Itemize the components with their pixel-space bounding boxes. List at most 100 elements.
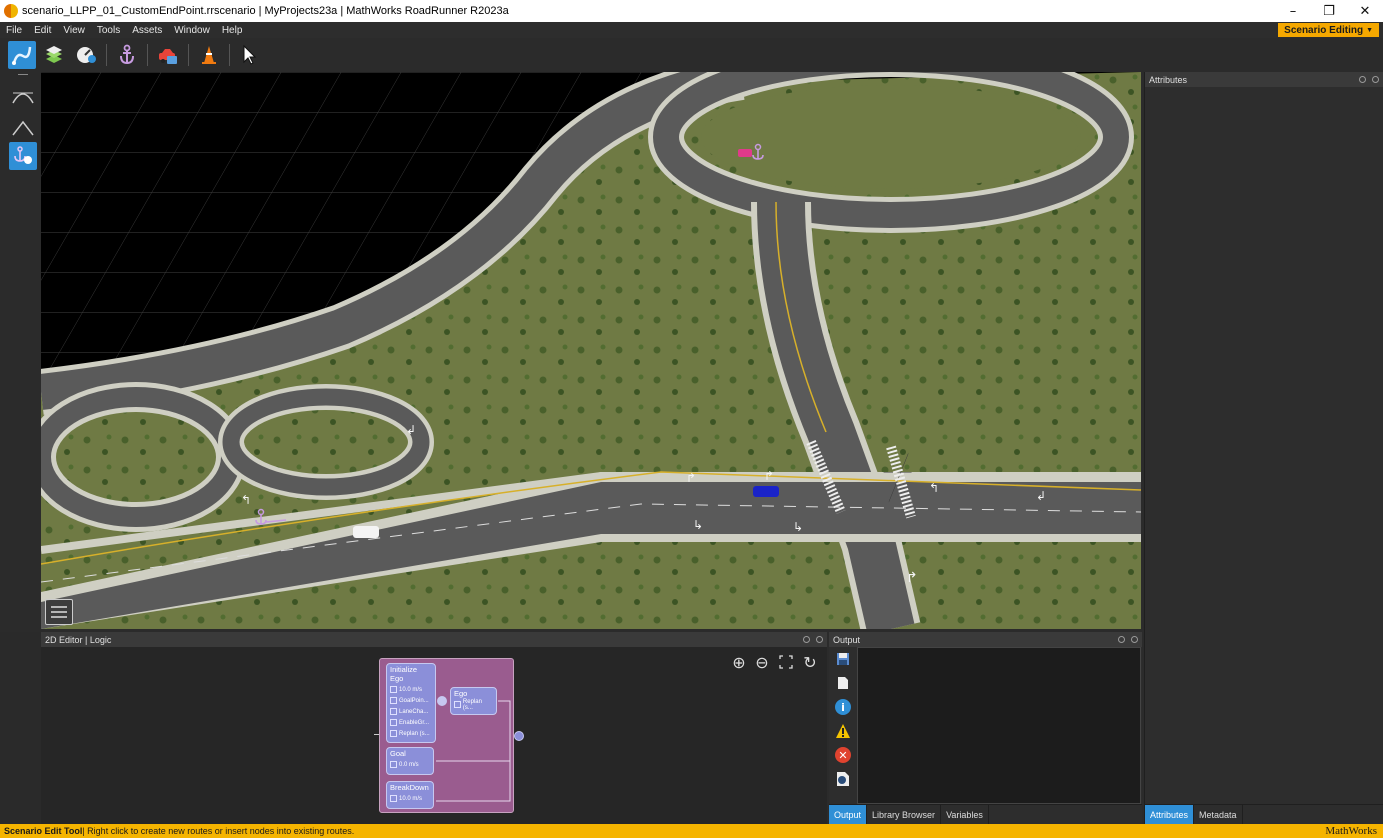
goal-node[interactable]: Goal 0.0 m/s	[386, 747, 434, 775]
float-icon[interactable]	[1118, 636, 1125, 643]
anchor-icon	[120, 44, 134, 65]
close-icon[interactable]	[1372, 76, 1379, 83]
cone-tool-button[interactable]	[195, 41, 223, 69]
output-tabs: Output Library Browser Variables	[829, 804, 1142, 825]
menu-tools[interactable]: Tools	[91, 25, 126, 36]
fit-view-icon[interactable]	[777, 653, 795, 671]
restore-button[interactable]: ❐	[1311, 0, 1347, 22]
menu-help[interactable]: Help	[216, 25, 249, 36]
anchor-point-button[interactable]	[9, 142, 37, 170]
action-icon	[390, 708, 397, 715]
initialize-ego-node[interactable]: Initialize Ego 10.0 m/s GoalPoin... Lane…	[386, 663, 436, 743]
action-icon	[454, 701, 461, 708]
svg-text:↳: ↳	[693, 518, 703, 532]
tab-output[interactable]: Output	[829, 805, 868, 825]
mode-dropdown[interactable]: Scenario Editing ▼	[1278, 23, 1379, 37]
link-handle[interactable]	[437, 696, 447, 706]
toolbar-separator	[147, 44, 148, 66]
info-filter-icon[interactable]: i	[835, 699, 851, 715]
tab-library-browser[interactable]: Library Browser	[867, 805, 942, 825]
node-row: 0.0 m/s	[387, 759, 433, 770]
scene-viewport[interactable]: ↱ ↱ ↳ ↳ ↰ ↰ ↲ ↱ ↲	[41, 72, 1141, 629]
tab-metadata[interactable]: Metadata	[1194, 805, 1243, 825]
node-row: Replan (s...	[451, 699, 496, 711]
anchor-tool-button[interactable]	[113, 41, 141, 69]
save-log-icon[interactable]	[835, 651, 851, 667]
attributes-panel: Attributes Attributes Metadata	[1144, 72, 1383, 825]
output-title: Output	[833, 634, 861, 645]
pink-vehicle[interactable]	[738, 149, 752, 157]
minimize-button[interactable]: –	[1275, 0, 1311, 22]
close-button[interactable]: ✕	[1347, 0, 1383, 22]
caret-down-icon: ▼	[1366, 26, 1373, 34]
status-message: | Right click to create new routes or in…	[82, 826, 355, 836]
zoom-out-icon[interactable]: ⊖	[753, 653, 771, 672]
curve-route-button[interactable]	[9, 82, 37, 110]
svg-text:↰: ↰	[241, 493, 251, 507]
panel-controls	[1118, 632, 1138, 647]
attributes-header: Attributes	[1145, 72, 1383, 87]
menu-file[interactable]: File	[0, 25, 28, 36]
node-row: 10.0 m/s	[387, 684, 435, 695]
clear-log-icon[interactable]	[835, 675, 851, 691]
speed-tool-button[interactable]	[72, 41, 100, 69]
roundabout-island	[701, 85, 1081, 189]
error-filter-icon[interactable]: ✕	[835, 747, 851, 763]
view-list-icon	[51, 606, 67, 618]
path-tool-button[interactable]	[8, 41, 36, 69]
editor2d-title: 2D Editor | Logic	[45, 634, 112, 645]
angle-icon	[12, 120, 34, 136]
node-row: Replan (s...	[387, 728, 435, 739]
speed-icon	[390, 761, 397, 768]
window-controls: – ❐ ✕	[1275, 0, 1383, 22]
vehicle-tool-button[interactable]	[154, 41, 182, 69]
breakdown-node[interactable]: BreakDown 10.0 m/s	[386, 781, 434, 809]
status-tool: Scenario Edit Tool	[4, 826, 83, 836]
svg-text:↱: ↱	[906, 570, 918, 586]
output-log[interactable]	[857, 647, 1141, 804]
node-row: GoalPoin...	[387, 695, 435, 706]
speed-dial-icon	[77, 47, 96, 63]
select-tool-button[interactable]	[236, 41, 264, 69]
float-icon[interactable]	[1359, 76, 1366, 83]
toolbar-separator	[229, 44, 230, 66]
warning-filter-icon[interactable]	[835, 723, 851, 739]
node-row: EnableGr...	[387, 717, 435, 728]
cone-icon	[202, 46, 216, 64]
logic-group[interactable]: Initialize Ego 10.0 m/s GoalPoin... Lane…	[379, 658, 514, 813]
title-bar: scenario_LLPP_01_CustomEndPoint.rrscenar…	[0, 0, 1383, 22]
view-options-button[interactable]	[45, 599, 73, 625]
menu-view[interactable]: View	[57, 25, 91, 36]
svg-text:↲: ↲	[406, 423, 416, 437]
layers-button[interactable]	[40, 41, 68, 69]
zoom-in-icon[interactable]: ⊕	[730, 653, 748, 672]
tab-attributes[interactable]: Attributes	[1145, 805, 1195, 825]
angle-route-button[interactable]	[9, 114, 37, 142]
svg-text:↰: ↰	[929, 481, 939, 495]
left-toolbar	[0, 72, 41, 629]
ego-node[interactable]: Ego Replan (s...	[450, 687, 497, 715]
speed-icon	[390, 686, 397, 693]
menu-bar: File Edit View Tools Assets Window Help …	[0, 22, 1383, 38]
scene-canvas[interactable]: ↱ ↱ ↳ ↳ ↰ ↰ ↲ ↱ ↲	[41, 72, 1141, 629]
attributes-tabs: Attributes Metadata	[1145, 804, 1383, 825]
white-vehicle[interactable]	[353, 526, 379, 538]
menu-edit[interactable]: Edit	[28, 25, 57, 36]
editor2d-header: 2D Editor | Logic	[41, 632, 827, 647]
reset-view-icon[interactable]: ↻	[801, 653, 819, 672]
close-icon[interactable]	[816, 636, 823, 643]
tab-variables[interactable]: Variables	[941, 805, 989, 825]
blue-ego-vehicle[interactable]	[753, 486, 779, 497]
toolbar-separator	[188, 44, 189, 66]
menu-window[interactable]: Window	[168, 25, 216, 36]
panel-controls	[803, 632, 823, 647]
float-icon[interactable]	[803, 636, 810, 643]
svg-text:↲: ↲	[1036, 489, 1046, 503]
curve-icon	[12, 92, 34, 104]
action-icon	[390, 697, 397, 704]
menu-assets[interactable]: Assets	[126, 25, 168, 36]
close-icon[interactable]	[1131, 636, 1138, 643]
log-details-icon[interactable]	[835, 771, 851, 787]
output-handle[interactable]	[514, 731, 524, 741]
panel-controls	[1359, 72, 1379, 87]
